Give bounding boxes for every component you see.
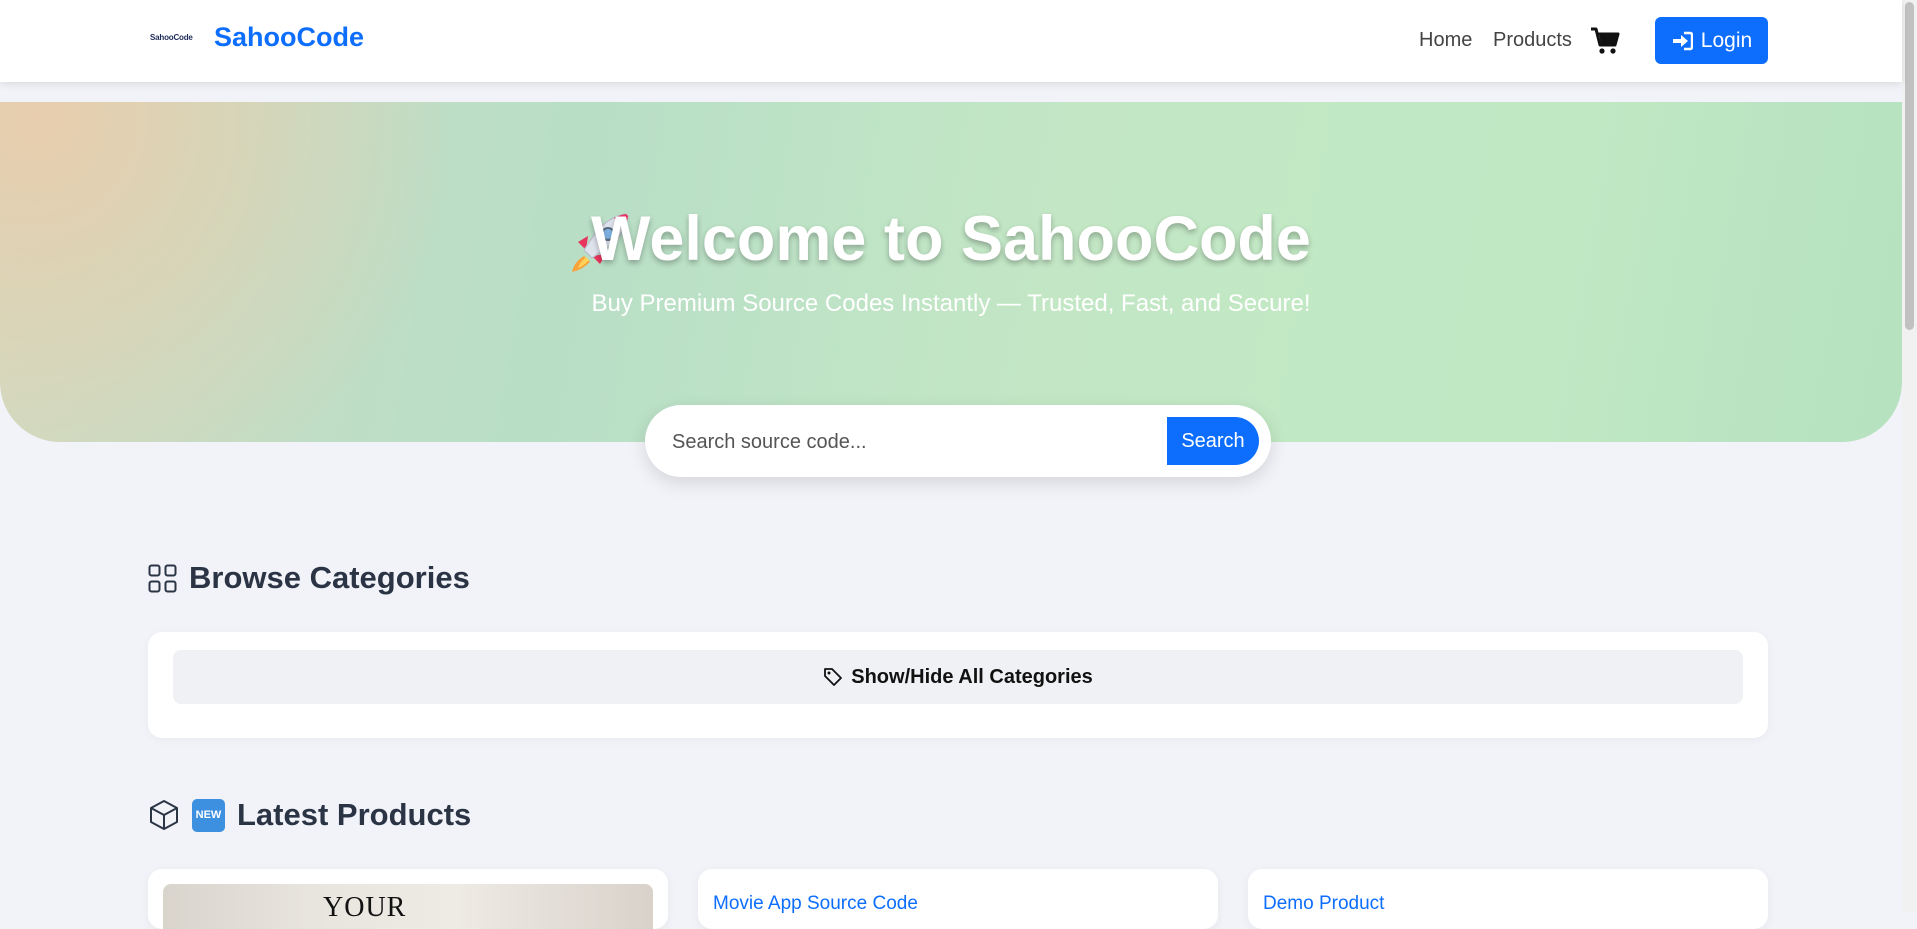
toggle-categories-label: Show/Hide All Categories [851, 665, 1093, 688]
cart-icon[interactable] [1590, 27, 1620, 55]
products-heading: NEW Latest Products [148, 797, 471, 833]
product-card[interactable]: Movie App Source Code [698, 869, 1218, 929]
toggle-categories-button[interactable]: Show/Hide All Categories [173, 650, 1743, 704]
navbar: SahooCode SahooCode Home Products Login [0, 0, 1902, 82]
login-button[interactable]: Login [1655, 17, 1768, 64]
product-card[interactable]: Demo Product [1248, 869, 1768, 929]
categories-card: Show/Hide All Categories [148, 632, 1768, 738]
nav-link-products[interactable]: Products [1493, 29, 1572, 52]
categories-heading-text: Browse Categories [189, 560, 470, 595]
product-card[interactable]: YOUR [148, 869, 668, 929]
scrollbar-thumb[interactable] [1905, 2, 1914, 330]
search-input[interactable] [670, 423, 1174, 461]
box-icon [150, 800, 178, 830]
grid-icon [148, 564, 177, 592]
tag-icon [824, 668, 843, 686]
login-label: Login [1700, 28, 1753, 52]
nav-link-home[interactable]: Home [1419, 29, 1472, 52]
search-button[interactable]: Search [1167, 417, 1259, 465]
search-box: Search [645, 405, 1271, 477]
thumbnail-text: YOUR [323, 892, 407, 923]
new-badge: NEW [192, 798, 225, 832]
brand-name[interactable]: SahooCode [214, 22, 364, 53]
categories-heading: Browse Categories [148, 560, 470, 596]
brand-logo[interactable]: SahooCode [150, 33, 193, 42]
hero-subtitle: Buy Premium Source Codes Instantly — Tru… [591, 290, 1311, 317]
product-thumbnail[interactable]: YOUR [163, 884, 653, 929]
sign-in-icon [1672, 31, 1693, 50]
hero-title: Welcome to SahooCode [591, 204, 1311, 274]
products-heading-text: Latest Products [237, 797, 472, 832]
